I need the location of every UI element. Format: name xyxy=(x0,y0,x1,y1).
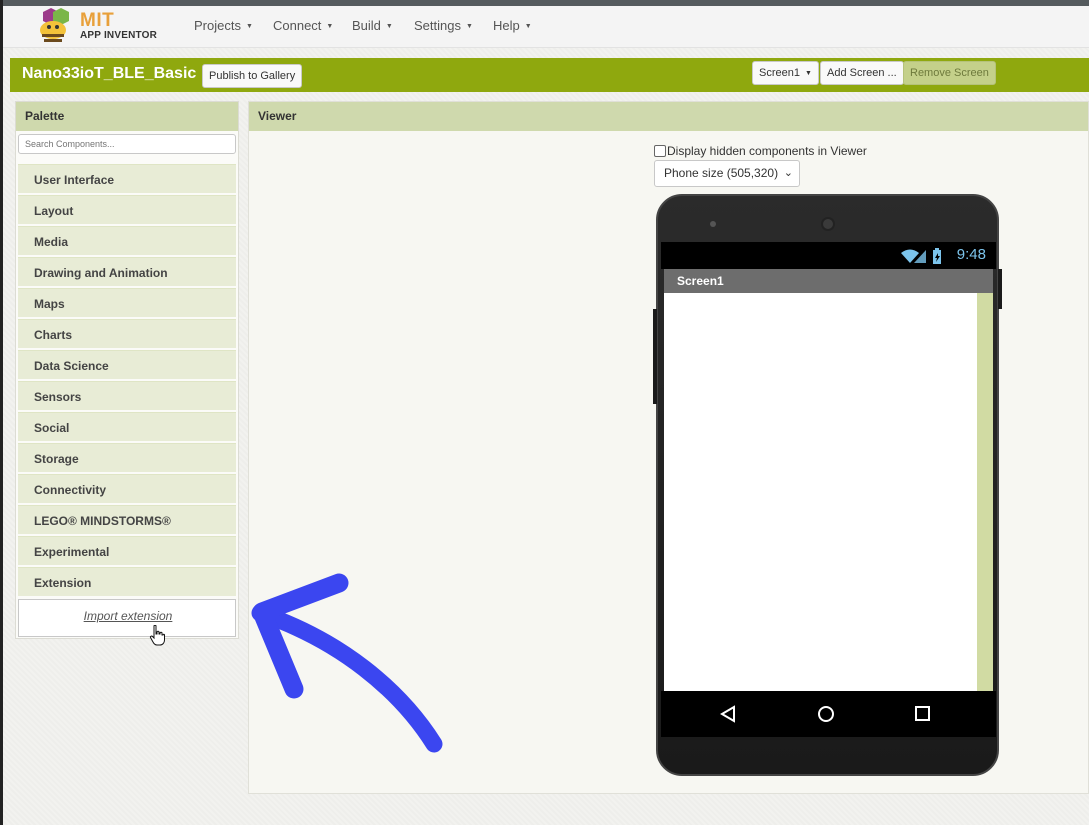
annotation-arrow-icon xyxy=(251,573,443,753)
window-left-edge xyxy=(0,0,3,825)
